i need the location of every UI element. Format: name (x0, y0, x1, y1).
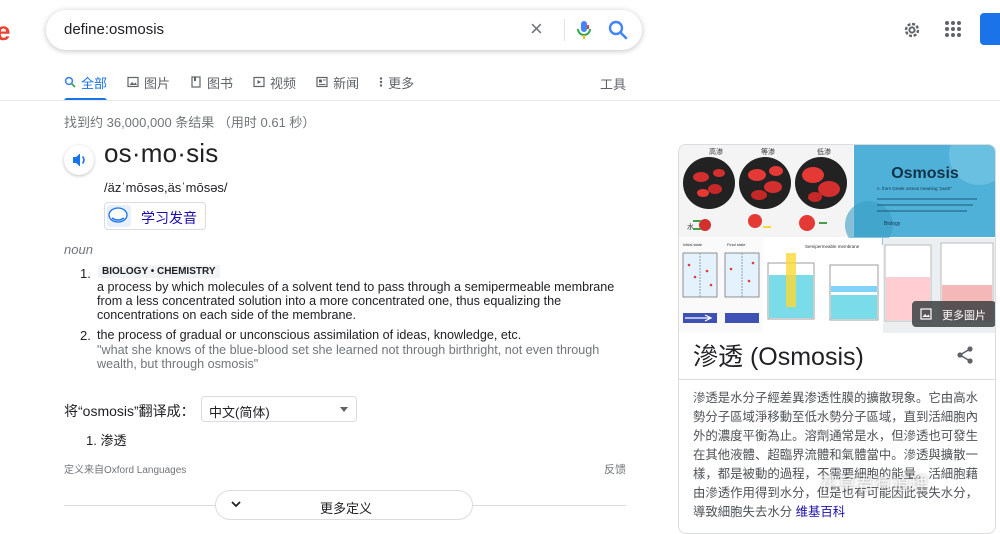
image-icon (920, 308, 932, 320)
description-text: 滲透是水分子經差異渗透性膜的擴散現象。它由高水勢分子區域淨移動至低水勢分子區域，… (693, 391, 978, 519)
osmosis-card-brand: Biology (884, 221, 901, 227)
search-divider (564, 19, 565, 41)
water-label: 水 (687, 222, 694, 231)
play-icon (253, 76, 265, 88)
translate-label: 将“osmosis”翻译成： (64, 403, 195, 419)
osmosis-card-title: Osmosis (891, 165, 959, 182)
definition-number: 1. (80, 266, 91, 281)
osmosis-card-sub: n. from Greek osmos meaning "push" (877, 186, 952, 191)
tab-label: 全部 (81, 75, 108, 91)
definition-number: 2. (80, 328, 91, 343)
subject-tag: BIOLOGY • CHEMISTRY (98, 265, 220, 278)
tab-news[interactable]: 新闻 (316, 74, 360, 91)
cell-label: 高渗 (709, 147, 723, 156)
beaker-label: Final state (727, 242, 746, 247)
language-select[interactable]: 中文(简体) (201, 396, 357, 422)
cell-label: 等渗 (761, 147, 775, 156)
dropdown-caret-icon (340, 407, 348, 412)
translation-item: 1. 渗透 (86, 433, 127, 448)
share-icon[interactable] (955, 345, 975, 370)
more-images-button[interactable]: 更多圖片 (912, 301, 995, 327)
more-vert-icon (379, 77, 383, 87)
learn-pronounce-button[interactable]: 学习发音 (104, 202, 206, 230)
definition-source: 定义来自Oxford Languages (64, 465, 187, 476)
learn-pronounce-label: 学习发音 (141, 210, 197, 226)
tab-more[interactable]: 更多 (379, 74, 415, 91)
cell-label: 低渗 (817, 147, 831, 156)
tab-images[interactable]: 图片 (127, 74, 171, 91)
news-icon (316, 76, 328, 88)
tab-label: 更多 (388, 75, 415, 91)
settings-gear-icon[interactable] (902, 20, 922, 45)
tab-videos[interactable]: 视频 (253, 74, 297, 91)
headword: os·mo·sis (104, 138, 219, 168)
more-definitions-button[interactable]: 更多定义 (215, 490, 473, 520)
search-bar[interactable]: define:osmosis × (46, 10, 642, 50)
wikipedia-link[interactable]: 维基百科 (796, 505, 846, 519)
tab-books[interactable]: 图书 (190, 74, 234, 91)
definition-example: "what she knows of the blue-blood set sh… (97, 343, 600, 371)
sign-in-button[interactable] (980, 13, 1000, 45)
chevron-down-icon (230, 497, 242, 513)
part-of-speech: noun (64, 242, 93, 257)
result-stats: 找到约 36,000,000 条结果 （用时 0.61 秒） (64, 115, 316, 130)
tab-all[interactable]: 全部 (64, 74, 108, 101)
microphone-icon[interactable] (574, 19, 594, 46)
search-icon[interactable] (608, 19, 628, 46)
beaker-diagram-image[interactable]: Initial state Final state (679, 238, 763, 333)
image-icon (127, 76, 139, 88)
pronounce-speaker-button[interactable] (64, 145, 94, 175)
tools-button[interactable]: 工具 (600, 74, 626, 93)
tab-label: 图书 (207, 75, 234, 91)
search-icon (64, 76, 76, 88)
search-tabs: 全部 图片 图书 视频 新闻 更多 (64, 74, 415, 101)
speaker-icon (73, 153, 85, 167)
feedback-link[interactable]: 反馈 (604, 461, 626, 477)
kp-divider (679, 379, 995, 380)
cell-osmosis-image[interactable]: 高渗 等渗 低渗 水 (679, 145, 853, 237)
clear-icon[interactable]: × (530, 16, 543, 42)
face-speak-icon (107, 205, 131, 227)
definition-text: a process by which molecules of a solven… (97, 280, 615, 322)
osmosis-card-image[interactable]: Osmosis n. from Greek osmos meaning "pus… (845, 145, 996, 249)
phonetic: /äzˈmōsəs,äsˈmōsəs/ (104, 180, 228, 195)
book-icon (191, 76, 201, 88)
apps-grid-icon[interactable] (944, 20, 962, 43)
membrane-label: Semipermeable membrane (805, 244, 860, 249)
language-select-value: 中文(简体) (209, 405, 270, 420)
more-definitions-label: 更多定义 (320, 501, 373, 516)
tab-label: 视频 (270, 75, 297, 91)
beaker-label: Initial state (683, 242, 703, 247)
more-images-label: 更多圖片 (942, 310, 986, 322)
semipermeable-membrane-image[interactable]: Semipermeable membrane (764, 238, 882, 333)
tabs-divider (0, 100, 1000, 101)
google-logo-fragment[interactable]: e (0, 16, 10, 47)
search-input[interactable]: define:osmosis (64, 21, 164, 38)
definition-text: the process of gradual or unconscious as… (97, 328, 522, 342)
tab-label: 新闻 (333, 75, 360, 91)
knowledge-panel-description: 滲透是水分子經差異渗透性膜的擴散現象。它由高水勢分子區域淨移動至低水勢分子區域，… (693, 389, 985, 522)
wechat-watermark: 花草君有道理 (820, 474, 928, 494)
knowledge-panel-title: 滲透 (Osmosis) (693, 343, 864, 371)
tab-label: 图片 (144, 75, 171, 91)
